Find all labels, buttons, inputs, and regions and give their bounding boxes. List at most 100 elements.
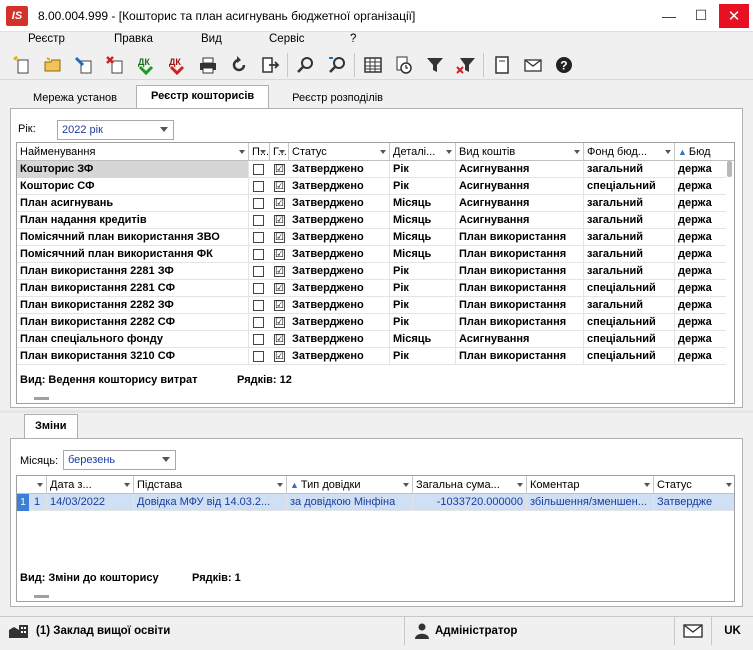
- approve-dk-icon[interactable]: ДК: [134, 53, 157, 77]
- table-row[interactable]: План використання 2282 ЗФ ☑ Затверджено Рік…: [17, 297, 728, 314]
- horizontal-scrollbar-thumb[interactable]: [34, 595, 49, 598]
- menu-registry[interactable]: Реєстр: [28, 33, 65, 45]
- clear-filter-icon[interactable]: [454, 53, 477, 77]
- main-checkbox[interactable]: ☑: [274, 334, 285, 345]
- menu-help[interactable]: ?: [350, 33, 356, 45]
- menu-edit[interactable]: Правка: [114, 33, 153, 45]
- chevron-down-icon[interactable]: [517, 483, 523, 487]
- menu-view[interactable]: Вид: [201, 33, 222, 45]
- approved-checkbox[interactable]: [253, 266, 264, 277]
- chevron-down-icon[interactable]: [644, 483, 650, 487]
- table-row[interactable]: План спеціального фонду ☑ Затверджено Місяц…: [17, 331, 728, 348]
- approved-checkbox[interactable]: [253, 198, 264, 209]
- column-header[interactable]: Статус: [654, 476, 734, 494]
- column-header[interactable]: Г...: [270, 143, 289, 161]
- column-header[interactable]: [17, 476, 47, 494]
- approved-checkbox[interactable]: [253, 232, 264, 243]
- approved-checkbox[interactable]: [253, 300, 264, 311]
- clock-settings-icon[interactable]: [392, 53, 415, 77]
- find-next-icon[interactable]: [325, 53, 348, 77]
- help-icon[interactable]: ?: [552, 53, 575, 77]
- edit-icon[interactable]: [72, 53, 95, 77]
- tab-estimates-registry[interactable]: Реєстр кошторисів: [136, 85, 270, 110]
- chevron-down-icon[interactable]: [665, 150, 671, 154]
- column-header[interactable]: Деталі...: [390, 143, 456, 161]
- chevron-down-icon[interactable]: [239, 150, 245, 154]
- maximize-button[interactable]: ☐: [687, 4, 715, 28]
- main-checkbox[interactable]: ☑: [274, 164, 285, 175]
- column-header[interactable]: П...: [249, 143, 270, 161]
- vertical-scrollbar[interactable]: [726, 161, 734, 386]
- approved-checkbox[interactable]: [253, 317, 264, 328]
- table-icon[interactable]: [361, 53, 384, 77]
- year-select[interactable]: 2022 рік: [57, 120, 174, 140]
- main-checkbox[interactable]: ☑: [274, 232, 285, 243]
- column-header[interactable]: Вид коштів: [456, 143, 584, 161]
- close-button[interactable]: ✕: [719, 3, 749, 28]
- table-row[interactable]: План використання 3210 СФ ☑ Затверджено Рік…: [17, 348, 728, 365]
- chevron-down-icon[interactable]: [380, 150, 386, 154]
- table-row[interactable]: План використання 2281 ЗФ ☑ Затверджено Рік…: [17, 263, 728, 280]
- column-header[interactable]: Коментар: [527, 476, 654, 494]
- column-header[interactable]: Підстава: [134, 476, 287, 494]
- table-row[interactable]: Кошторис СФ ☑ Затверджено Рік Асигнування спе…: [17, 178, 728, 195]
- table-row[interactable]: Помісячний план використання ЗВО ☑ Затверд…: [17, 229, 728, 246]
- status-mail[interactable]: [675, 617, 712, 645]
- chevron-down-icon[interactable]: [726, 483, 732, 487]
- column-header[interactable]: Найменування: [17, 143, 249, 161]
- export-icon[interactable]: [258, 53, 281, 77]
- approved-checkbox[interactable]: [253, 181, 264, 192]
- horizontal-scrollbar-thumb[interactable]: [34, 397, 49, 400]
- main-checkbox[interactable]: ☑: [274, 198, 285, 209]
- table-row[interactable]: 1 1 14/03/2022 Довідка МФУ від 14.03.2... за…: [17, 494, 734, 511]
- tab-changes[interactable]: Зміни: [24, 414, 78, 439]
- scrollbar-thumb[interactable]: [727, 161, 732, 177]
- tab-network[interactable]: Мережа установ: [10, 87, 136, 109]
- menu-service[interactable]: Сервіс: [269, 33, 305, 45]
- status-organization[interactable]: (1) Заклад вищої освіти: [0, 617, 405, 645]
- table-row[interactable]: План використання 2281 СФ ☑ Затверджено Рік…: [17, 280, 728, 297]
- main-checkbox[interactable]: ☑: [274, 317, 285, 328]
- approved-checkbox[interactable]: [253, 283, 264, 294]
- status-user[interactable]: Адміністратор: [405, 617, 675, 645]
- table-row[interactable]: Помісячний план використання ФК ☑ Затвердж…: [17, 246, 728, 263]
- main-checkbox[interactable]: ☑: [274, 351, 285, 362]
- approved-checkbox[interactable]: [253, 215, 264, 226]
- table-row[interactable]: План використання 2282 СФ ☑ Затверджено Рік…: [17, 314, 728, 331]
- search-icon[interactable]: [294, 53, 317, 77]
- table-row[interactable]: Кошторис ЗФ ☑ Затверджено Рік Асигнування заг…: [17, 161, 728, 178]
- language-indicator[interactable]: UK: [712, 617, 753, 645]
- approved-checkbox[interactable]: [253, 164, 264, 175]
- main-checkbox[interactable]: ☑: [274, 283, 285, 294]
- chevron-down-icon[interactable]: [403, 483, 409, 487]
- main-checkbox[interactable]: ☑: [274, 300, 285, 311]
- table-row[interactable]: План асигнувань ☑ Затверджено Місяць Асигнув…: [17, 195, 728, 212]
- chevron-down-icon[interactable]: [260, 150, 266, 154]
- tab-distribution-registry[interactable]: Реєстр розподілів: [269, 87, 402, 109]
- column-header[interactable]: Статус: [289, 143, 390, 161]
- column-header[interactable]: ▲ Бюд: [675, 143, 734, 161]
- column-header[interactable]: ▲ Тип довідки: [287, 476, 413, 494]
- mail-icon[interactable]: [521, 53, 544, 77]
- refresh-icon[interactable]: [227, 53, 250, 77]
- chevron-down-icon[interactable]: [446, 150, 452, 154]
- chevron-down-icon[interactable]: [37, 483, 43, 487]
- delete-icon[interactable]: [103, 53, 126, 77]
- approved-checkbox[interactable]: [253, 351, 264, 362]
- chevron-down-icon[interactable]: [124, 483, 130, 487]
- approved-checkbox[interactable]: [253, 334, 264, 345]
- column-header[interactable]: Загальна сума...: [413, 476, 527, 494]
- main-checkbox[interactable]: ☑: [274, 266, 285, 277]
- approved-checkbox[interactable]: [253, 249, 264, 260]
- document-icon[interactable]: [490, 53, 513, 77]
- month-select[interactable]: березень: [63, 450, 176, 470]
- main-checkbox[interactable]: ☑: [274, 249, 285, 260]
- chevron-down-icon[interactable]: [277, 483, 283, 487]
- panel-splitter[interactable]: [0, 410, 753, 413]
- column-header[interactable]: Фонд бюд...: [584, 143, 675, 161]
- chevron-down-icon[interactable]: [574, 150, 580, 154]
- open-folder-icon[interactable]: [41, 53, 64, 77]
- column-header[interactable]: Дата з...: [47, 476, 134, 494]
- filter-icon[interactable]: [423, 53, 446, 77]
- print-icon[interactable]: [196, 53, 219, 77]
